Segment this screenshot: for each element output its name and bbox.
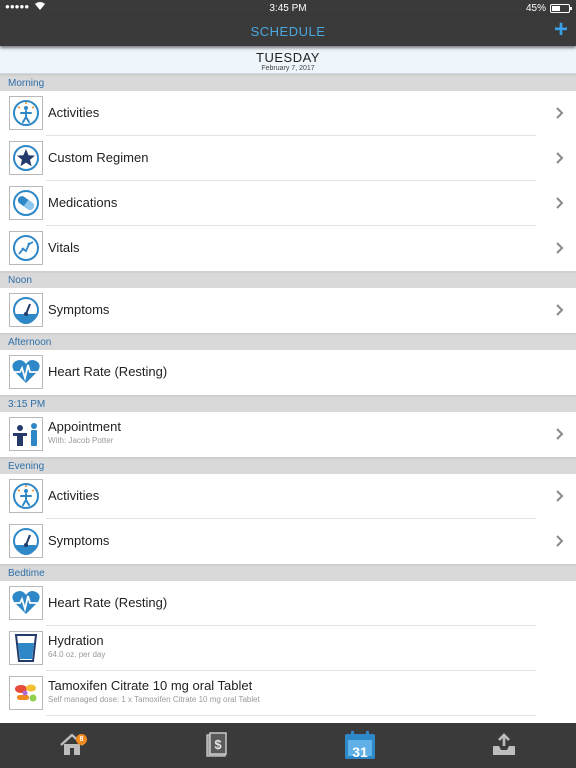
heart-rate-icon xyxy=(9,355,43,389)
tab-billing[interactable]: $ xyxy=(196,731,236,763)
schedule-item[interactable]: Symptoms xyxy=(0,519,576,564)
schedule-list[interactable]: Morning Activities Custom Regimen Medicatio… xyxy=(0,74,576,723)
schedule-item-label: Medications xyxy=(48,195,118,210)
star-icon xyxy=(9,141,43,175)
section-header: Evening xyxy=(0,457,576,474)
billing-icon: $ xyxy=(204,731,228,763)
section-header: Noon xyxy=(0,271,576,288)
section-header: 3:15 PM xyxy=(0,395,576,412)
chevron-right-icon xyxy=(556,428,564,440)
divider xyxy=(46,715,536,716)
gauge-icon xyxy=(9,293,43,327)
status-bar: ●●●●● 3:45 PM 45% xyxy=(0,0,576,16)
home-badge: 8 xyxy=(76,734,87,745)
date-header[interactable]: TUESDAY February 7, 2017 xyxy=(0,46,576,74)
schedule-item-label: Heart Rate (Resting) xyxy=(48,364,168,379)
svg-text:$: $ xyxy=(214,737,222,752)
schedule-item-subtitle: 64.0 oz. per day xyxy=(48,650,106,659)
schedule-item[interactable]: Tamoxifen Citrate 10 mg oral Tablet Self … xyxy=(0,671,576,716)
tab-inbox[interactable] xyxy=(484,731,524,763)
schedule-item[interactable]: Custom Regimen xyxy=(0,136,576,181)
schedule-item-label: Custom Regimen xyxy=(48,150,149,165)
water-glass-icon xyxy=(9,631,43,665)
schedule-item[interactable]: Appointment With: Jacob Potter xyxy=(0,412,576,457)
section-header: Morning xyxy=(0,74,576,91)
section-header: Afternoon xyxy=(0,333,576,350)
chevron-right-icon xyxy=(556,107,564,119)
schedule-item[interactable]: Heart Rate (Resting) xyxy=(0,581,576,626)
status-time: 3:45 PM xyxy=(269,3,307,14)
schedule-item-label: Activities xyxy=(48,488,100,503)
schedule-item-subtitle: Self managed dose: 1 x Tamoxifen Citrate… xyxy=(48,695,260,704)
nav-bar: SCHEDULE + xyxy=(0,16,576,46)
pill-icon xyxy=(9,186,43,220)
schedule-item-label: Symptoms xyxy=(48,533,110,548)
tab-bar: 8 $ 31 xyxy=(0,723,576,768)
schedule-item[interactable]: Activities xyxy=(0,91,576,136)
schedule-item[interactable]: Hydration 64.0 oz. per day xyxy=(0,626,576,671)
activities-icon xyxy=(9,479,43,513)
battery-icon xyxy=(550,4,572,13)
section-header: Bedtime xyxy=(0,564,576,581)
battery-percent: 45% xyxy=(525,3,546,14)
calendar-day-number: 31 xyxy=(352,744,368,760)
tab-calendar[interactable]: 31 xyxy=(340,730,380,763)
battery-indicator: 45% xyxy=(525,3,572,14)
chevron-right-icon xyxy=(556,535,564,547)
schedule-item[interactable]: Symptoms xyxy=(0,288,576,333)
add-button[interactable]: + xyxy=(554,17,568,43)
gauge-icon xyxy=(9,524,43,558)
pills-icon xyxy=(9,676,43,710)
chevron-right-icon xyxy=(556,490,564,502)
vitals-graph-icon xyxy=(9,231,43,265)
chevron-right-icon xyxy=(556,152,564,164)
schedule-item-label: Hydration xyxy=(48,633,104,648)
inbox-icon xyxy=(491,732,517,762)
schedule-item[interactable]: Activities xyxy=(0,474,576,519)
chevron-right-icon xyxy=(556,304,564,316)
schedule-item-label: Symptoms xyxy=(48,302,110,317)
schedule-item-subtitle: With: Jacob Potter xyxy=(48,436,114,445)
schedule-item-label: Heart Rate (Resting) xyxy=(48,595,168,610)
heart-rate-icon xyxy=(9,586,43,620)
schedule-item[interactable]: Medications xyxy=(0,181,576,226)
schedule-item-label: Appointment xyxy=(48,419,121,434)
chevron-right-icon xyxy=(556,197,564,209)
date-day: TUESDAY xyxy=(256,50,320,65)
schedule-item-label: Tamoxifen Citrate 10 mg oral Tablet xyxy=(48,678,253,693)
schedule-item-label: Activities xyxy=(48,105,100,120)
page-title: SCHEDULE xyxy=(250,24,326,39)
appointment-icon xyxy=(9,417,43,451)
activities-icon xyxy=(9,96,43,130)
schedule-item[interactable]: Vitals xyxy=(0,226,576,271)
date-full: February 7, 2017 xyxy=(261,65,315,72)
schedule-item-label: Vitals xyxy=(48,240,80,255)
tab-home[interactable]: 8 xyxy=(52,731,92,763)
chevron-right-icon xyxy=(556,242,564,254)
schedule-item[interactable]: Heart Rate (Resting) xyxy=(0,350,576,395)
